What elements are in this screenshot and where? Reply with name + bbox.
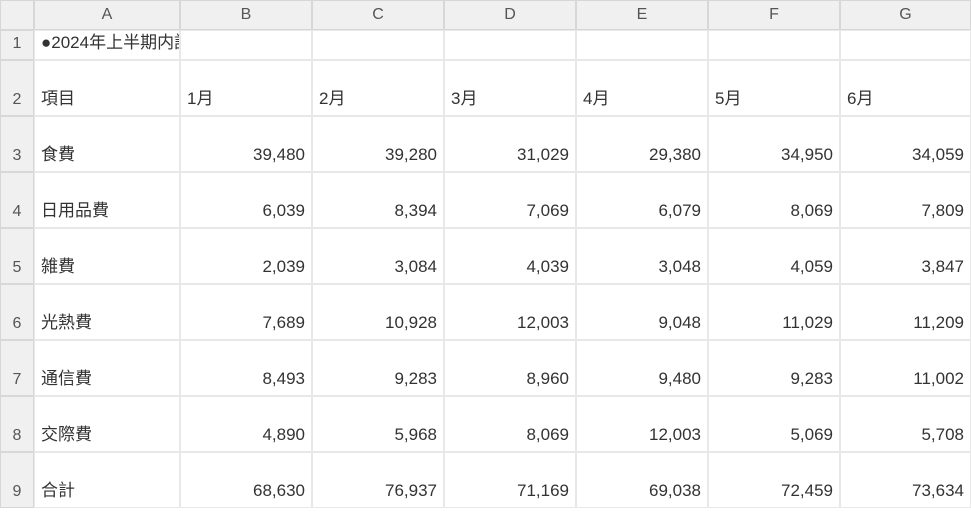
cell-F5[interactable]: 4,059 (708, 228, 840, 284)
row-header-5[interactable]: 5 (0, 228, 34, 284)
row-header-7[interactable]: 7 (0, 340, 34, 396)
cell-G5[interactable]: 3,847 (840, 228, 971, 284)
cell-D3[interactable]: 31,029 (444, 116, 576, 172)
row-header-6[interactable]: 6 (0, 284, 34, 340)
col-header-B[interactable]: B (180, 0, 312, 30)
cell-F7[interactable]: 9,283 (708, 340, 840, 396)
cell-E8[interactable]: 12,003 (576, 396, 708, 452)
cell-G4[interactable]: 7,809 (840, 172, 971, 228)
cell-A6-label[interactable]: 光熱費 (34, 284, 180, 340)
col-header-D[interactable]: D (444, 0, 576, 30)
cell-D9[interactable]: 71,169 (444, 452, 576, 508)
cell-B2-month[interactable]: 1月 (180, 60, 312, 116)
cell-F4[interactable]: 8,069 (708, 172, 840, 228)
cell-A5-label[interactable]: 雑費 (34, 228, 180, 284)
cell-C4[interactable]: 8,394 (312, 172, 444, 228)
cell-C2-month[interactable]: 2月 (312, 60, 444, 116)
row-header-2[interactable]: 2 (0, 60, 34, 116)
row-header-4[interactable]: 4 (0, 172, 34, 228)
cell-D8[interactable]: 8,069 (444, 396, 576, 452)
cell-G9[interactable]: 73,634 (840, 452, 971, 508)
cell-C9[interactable]: 76,937 (312, 452, 444, 508)
cell-F3[interactable]: 34,950 (708, 116, 840, 172)
cell-D4[interactable]: 7,069 (444, 172, 576, 228)
row-header-3[interactable]: 3 (0, 116, 34, 172)
cell-F2-month[interactable]: 5月 (708, 60, 840, 116)
col-header-G[interactable]: G (840, 0, 971, 30)
cell-E3[interactable]: 29,380 (576, 116, 708, 172)
select-all-corner[interactable] (0, 0, 34, 30)
cell-B5[interactable]: 2,039 (180, 228, 312, 284)
cell-E4[interactable]: 6,079 (576, 172, 708, 228)
row-header-8[interactable]: 8 (0, 396, 34, 452)
cell-B3[interactable]: 39,480 (180, 116, 312, 172)
cell-E9[interactable]: 69,038 (576, 452, 708, 508)
cell-A9-label[interactable]: 合計 (34, 452, 180, 508)
cell-G8[interactable]: 5,708 (840, 396, 971, 452)
cell-D6[interactable]: 12,003 (444, 284, 576, 340)
cell-C5[interactable]: 3,084 (312, 228, 444, 284)
cell-D2-month[interactable]: 3月 (444, 60, 576, 116)
cell-F1[interactable] (708, 30, 840, 60)
cell-B1[interactable] (180, 30, 312, 60)
cell-A4-label[interactable]: 日用品費 (34, 172, 180, 228)
cell-G3[interactable]: 34,059 (840, 116, 971, 172)
cell-B4[interactable]: 6,039 (180, 172, 312, 228)
cell-F8[interactable]: 5,069 (708, 396, 840, 452)
cell-A8-label[interactable]: 交際費 (34, 396, 180, 452)
cell-E2-month[interactable]: 4月 (576, 60, 708, 116)
cell-D1[interactable] (444, 30, 576, 60)
cell-G6[interactable]: 11,209 (840, 284, 971, 340)
cell-B8[interactable]: 4,890 (180, 396, 312, 452)
cell-C7[interactable]: 9,283 (312, 340, 444, 396)
cell-C8[interactable]: 5,968 (312, 396, 444, 452)
cell-G7[interactable]: 11,002 (840, 340, 971, 396)
cell-G2-month[interactable]: 6月 (840, 60, 971, 116)
cell-D5[interactable]: 4,039 (444, 228, 576, 284)
cell-B7[interactable]: 8,493 (180, 340, 312, 396)
cell-B9[interactable]: 68,630 (180, 452, 312, 508)
cell-E7[interactable]: 9,480 (576, 340, 708, 396)
row-header-9[interactable]: 9 (0, 452, 34, 508)
cell-A2-item-header[interactable]: 項目 (34, 60, 180, 116)
cell-A3-label[interactable]: 食費 (34, 116, 180, 172)
cell-A1-title[interactable]: ●2024年上半期内訳 (34, 30, 180, 60)
col-header-E[interactable]: E (576, 0, 708, 30)
cell-E1[interactable] (576, 30, 708, 60)
cell-B6[interactable]: 7,689 (180, 284, 312, 340)
cell-A7-label[interactable]: 通信費 (34, 340, 180, 396)
cell-C6[interactable]: 10,928 (312, 284, 444, 340)
cell-F6[interactable]: 11,029 (708, 284, 840, 340)
cell-F9[interactable]: 72,459 (708, 452, 840, 508)
col-header-A[interactable]: A (34, 0, 180, 30)
col-header-F[interactable]: F (708, 0, 840, 30)
cell-E5[interactable]: 3,048 (576, 228, 708, 284)
cell-D7[interactable]: 8,960 (444, 340, 576, 396)
cell-G1[interactable] (840, 30, 971, 60)
cell-E6[interactable]: 9,048 (576, 284, 708, 340)
spreadsheet-grid[interactable]: A B C D E F G 1 ●2024年上半期内訳 2 項目 1月 2月 3… (0, 0, 971, 508)
cell-C1[interactable] (312, 30, 444, 60)
col-header-C[interactable]: C (312, 0, 444, 30)
cell-C3[interactable]: 39,280 (312, 116, 444, 172)
row-header-1[interactable]: 1 (0, 30, 34, 60)
